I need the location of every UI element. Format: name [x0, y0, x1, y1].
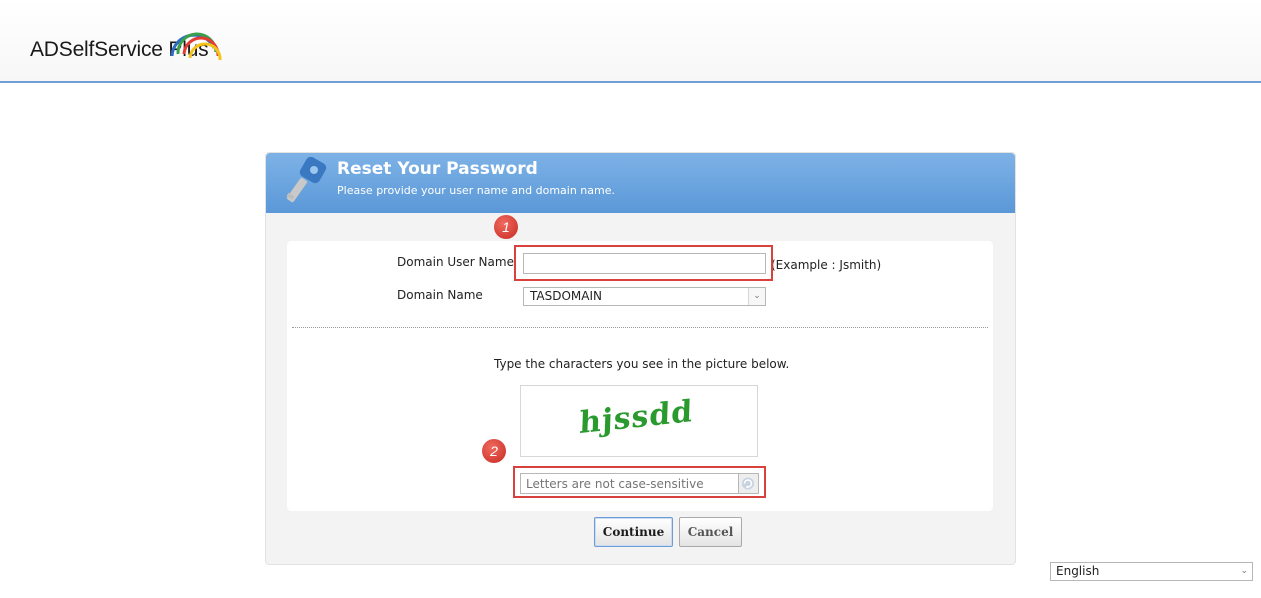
captcha-image: hjssdd [520, 385, 758, 457]
captcha-instruction: Type the characters you see in the pictu… [494, 357, 790, 371]
captcha-input[interactable] [520, 473, 739, 494]
brand-arc-icon [170, 32, 222, 61]
username-label: Domain User Name [397, 255, 514, 269]
panel-header: Reset Your Password Please provide your … [266, 153, 1015, 213]
panel-title: Reset Your Password [337, 159, 538, 179]
refresh-icon [742, 477, 754, 490]
captcha-refresh-button[interactable] [739, 473, 759, 494]
annotation-marker-2: 2 [482, 439, 506, 463]
cancel-button[interactable]: Cancel [679, 517, 742, 547]
top-header: ADSelfService Plus [0, 0, 1261, 83]
language-chevron-down-icon: ⌄ [1240, 566, 1248, 576]
domain-label: Domain Name [397, 288, 483, 302]
language-selected-value: English [1056, 564, 1100, 578]
chevron-down-icon: ⌄ [748, 288, 765, 305]
decorative-moon-icon [10, 100, 28, 136]
username-example: (Example : Jsmith) [771, 258, 882, 272]
panel-subtitle: Please provide your user name and domain… [337, 184, 615, 197]
key-icon [286, 157, 327, 203]
annotation-box-1 [514, 245, 773, 281]
continue-button[interactable]: Continue [594, 517, 673, 547]
annotation-marker-1: 1 [494, 215, 518, 239]
language-select[interactable]: English ⌄ [1050, 562, 1253, 581]
domain-select[interactable]: TASDOMAIN ⌄ [523, 287, 766, 306]
section-divider [292, 327, 988, 328]
captcha-image-text: hjssdd [578, 393, 694, 442]
domain-selected-value: TASDOMAIN [530, 289, 602, 303]
